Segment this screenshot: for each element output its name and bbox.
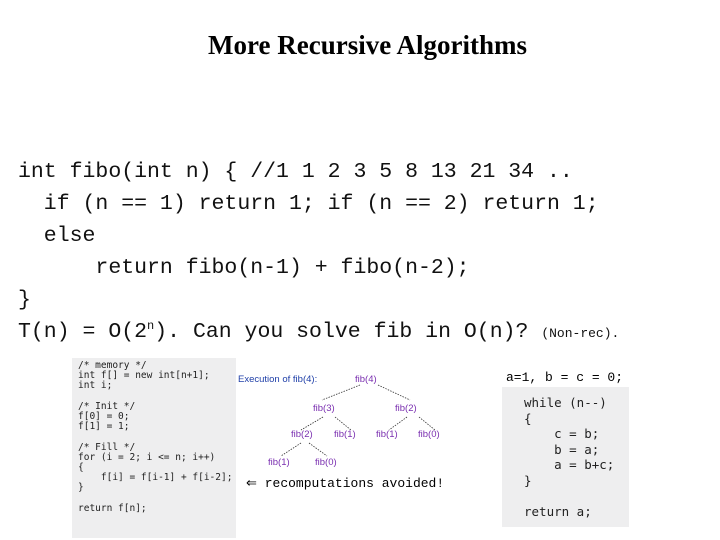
tree-caption: Execution of fib(4): xyxy=(238,374,318,385)
tree-node-fib0-b: fib(0) xyxy=(315,457,337,468)
tree-node-fib1: fib(1) xyxy=(334,429,356,440)
left-arrow-icon: ⇐ xyxy=(246,476,257,491)
dp-code-line: int i; xyxy=(78,380,113,392)
code-line-5: } xyxy=(18,288,31,312)
tree-node-fib2-left: fib(2) xyxy=(291,429,313,440)
recomputation-note: ⇐ recomputations avoided! xyxy=(246,476,444,491)
tree-node-fib1-c: fib(1) xyxy=(268,457,290,468)
complexity-note: (Non-rec). xyxy=(541,326,620,341)
code-line-3: else xyxy=(18,224,96,248)
iter-code-line xyxy=(524,488,629,504)
tree-node-fib4: fib(4) xyxy=(355,374,377,385)
iter-code-line: { xyxy=(524,410,532,426)
iter-code-line: a = b+c; xyxy=(524,457,615,472)
complexity-prefix: T(n) = O(2 xyxy=(18,320,148,344)
code-line-4: return fibo(n-1) + fibo(n-2); xyxy=(18,256,470,280)
tree-node-fib3: fib(3) xyxy=(313,403,335,414)
code-line-2: if (n == 1) return 1; if (n == 2) return… xyxy=(18,192,599,216)
recomputation-text: recomputations avoided! xyxy=(264,476,445,491)
iter-code-line: b = a; xyxy=(524,441,600,457)
iterative-code-panel: while (n--){ c = b; b = a; a = b+c;} ret… xyxy=(502,387,629,527)
edge-fib4-fib3 xyxy=(321,384,361,401)
dp-code-line: for (i = 2; i <= n; i++) xyxy=(78,451,216,463)
edge-fib2b-fib1 xyxy=(280,442,302,457)
dp-code-panel: /* memory */int f[] = new int[n+1]; int i… xyxy=(72,358,236,538)
slide-title: More Recursive Algorithms xyxy=(208,30,527,60)
code-line-1: int fibo(int n) { //1 1 2 3 5 8 13 21 34… xyxy=(18,160,573,184)
tree-node-fib2: fib(2) xyxy=(395,403,417,414)
variable-init-line: a=1, b = c = 0; xyxy=(506,370,624,385)
dp-code-line: f[1] = 1; xyxy=(78,421,130,433)
fib-execution-tree: Execution of fib(4): fib(4) fib(3) fib(2… xyxy=(235,365,460,475)
tree-node-fib0: fib(0) xyxy=(418,429,440,440)
dp-code-line: return f[n]; xyxy=(78,502,147,514)
complexity-line: T(n) = O(2n). Can you solve fib in O(n)?… xyxy=(18,316,619,350)
iter-code-line: return a; xyxy=(524,503,592,519)
complexity-suffix: ). Can you solve fib in O(n)? xyxy=(154,320,542,344)
iter-code-line: c = b; xyxy=(524,426,600,441)
iter-code-line: while (n--) xyxy=(524,395,607,410)
dp-code-line: f[i] = f[i-1] + f[i-2]; xyxy=(78,472,233,484)
dp-code-line: } xyxy=(78,482,84,494)
iter-code-line: } xyxy=(524,472,532,488)
tree-node-fib1-b: fib(1) xyxy=(376,429,398,440)
edge-fib2b-fib0 xyxy=(308,442,328,457)
edge-fib4-fib2 xyxy=(377,384,411,401)
